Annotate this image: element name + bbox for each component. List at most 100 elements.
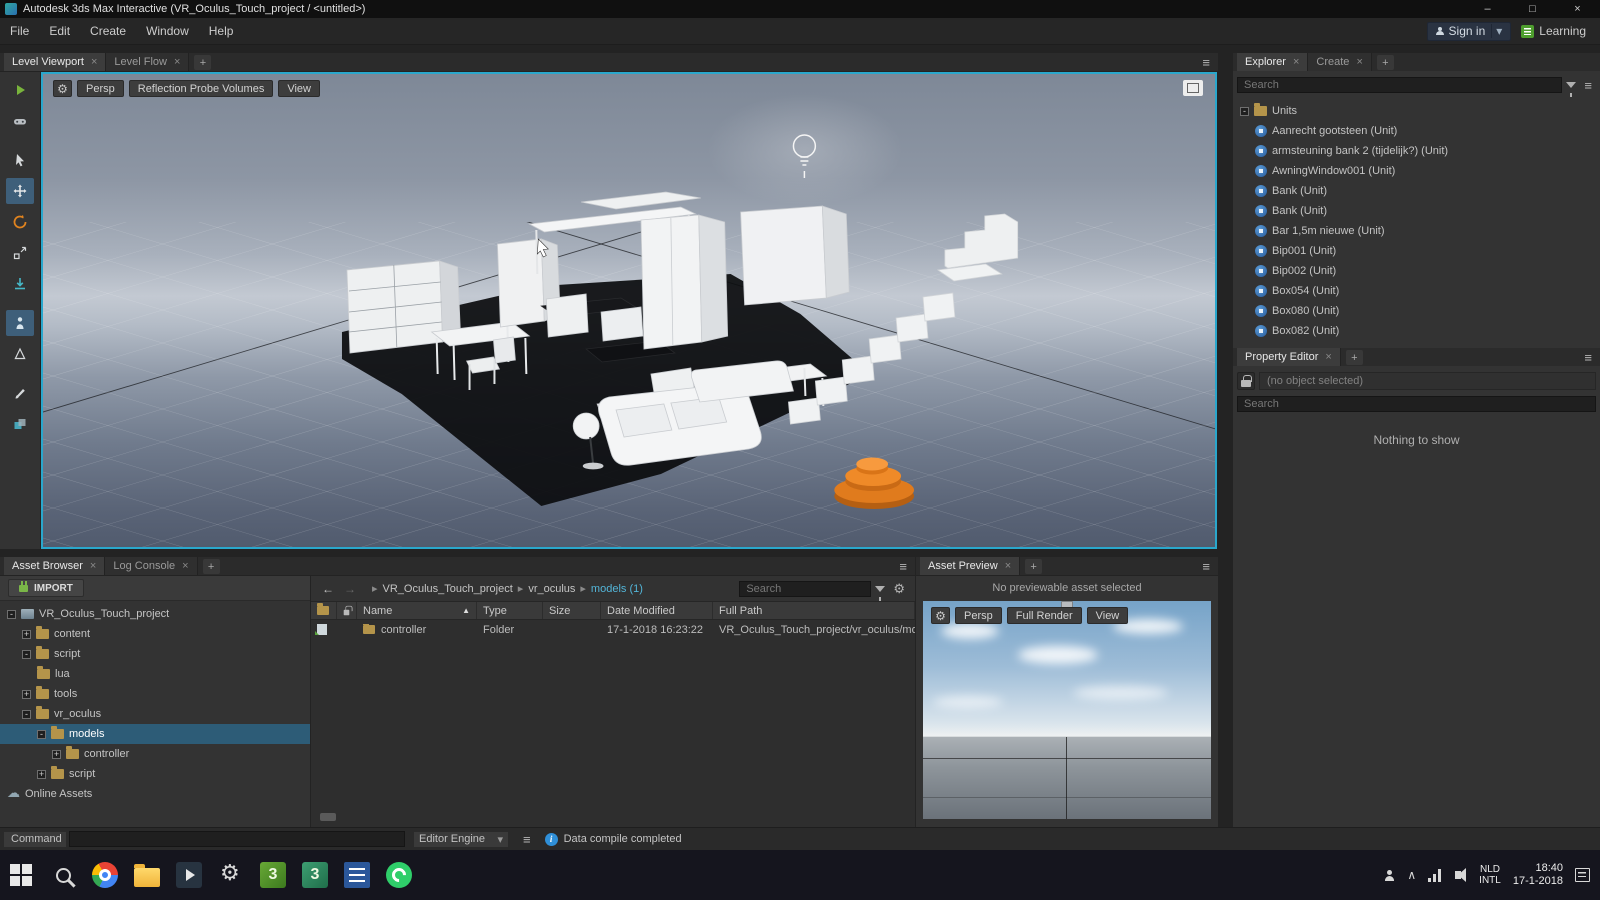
project-tree-item[interactable]: + content <box>0 624 310 644</box>
breadcrumb-segment[interactable]: VR_Oculus_Touch_project <box>383 583 513 595</box>
layers-tool[interactable] <box>6 411 34 437</box>
sign-in-dropdown-icon[interactable]: ▾ <box>1491 24 1506 38</box>
breadcrumb-segment[interactable]: models (1) <box>591 583 643 595</box>
tray-person-icon[interactable] <box>1384 870 1395 881</box>
expander-icon[interactable]: + <box>52 750 61 759</box>
menu-item[interactable]: Window <box>136 18 199 45</box>
expander-icon[interactable]: + <box>22 690 31 699</box>
3dsmax-icon[interactable] <box>252 850 294 900</box>
filter-icon[interactable] <box>1566 82 1576 88</box>
explorer-search-input[interactable] <box>1237 77 1562 93</box>
panel-menu-icon[interactable]: ≡ <box>899 559 907 574</box>
command-label[interactable]: Command <box>3 831 67 848</box>
close-tab-icon[interactable]: × <box>1005 560 1011 572</box>
close-button[interactable]: × <box>1555 0 1600 18</box>
back-button[interactable]: ← <box>317 582 339 596</box>
command-input[interactable] <box>69 831 405 847</box>
viewport-mode-button[interactable]: View <box>278 80 320 97</box>
panel-menu-icon[interactable]: ≡ <box>1202 559 1210 574</box>
snap-to-ground-tool[interactable] <box>6 271 34 297</box>
explorer-tree-item[interactable]: AwningWindow001 (Unit) <box>1233 161 1600 181</box>
column-header[interactable]: Name ▲ <box>357 602 477 619</box>
viewport-tab[interactable]: Level Flow × <box>106 53 189 71</box>
add-tab-button[interactable]: + <box>1025 559 1042 574</box>
test-level-button[interactable] <box>6 108 34 134</box>
expander-icon[interactable]: + <box>22 630 31 639</box>
close-tab-icon[interactable]: × <box>1293 56 1299 68</box>
expander-icon[interactable]: - <box>22 650 31 659</box>
explorer-tree-item[interactable]: Box080 (Unit) <box>1233 301 1600 321</box>
column-header[interactable]: Type <box>477 602 543 619</box>
bottom-tab[interactable]: Log Console × <box>105 557 197 575</box>
action-center-icon[interactable] <box>1575 868 1590 882</box>
clock[interactable]: 18:40 17-1-2018 <box>1513 862 1563 888</box>
expander-icon[interactable]: - <box>7 610 16 619</box>
explorer-tree-item[interactable]: Bank (Unit) <box>1233 181 1600 201</box>
network-icon[interactable] <box>1428 869 1443 882</box>
viewport-mode-button[interactable]: Persp <box>77 80 124 97</box>
excel-icon[interactable] <box>336 850 378 900</box>
rotate-tool[interactable] <box>6 209 34 235</box>
sign-in-button[interactable]: Sign in ▾ <box>1427 22 1512 41</box>
file-search-input[interactable] <box>739 581 871 597</box>
import-button[interactable]: IMPORT <box>8 579 84 597</box>
viewport-settings-icon[interactable]: ⚙ <box>53 80 72 97</box>
select-tool[interactable] <box>6 147 34 173</box>
viewport-mode-button[interactable]: Reflection Probe Volumes <box>129 80 274 97</box>
explorer-tree-item[interactable]: armsteuning bank 2 (tijdelijk?) (Unit) <box>1233 141 1600 161</box>
maximize-button[interactable]: □ <box>1510 0 1555 18</box>
learning-button[interactable]: Learning <box>1521 24 1586 38</box>
taskbar-search-icon[interactable] <box>42 850 84 900</box>
expander-icon[interactable]: - <box>37 730 46 739</box>
scale-tool[interactable] <box>6 240 34 266</box>
breadcrumb-segment[interactable]: vr_oculus <box>528 583 575 595</box>
preview-mode-button[interactable]: Full Render <box>1007 607 1082 624</box>
minimize-button[interactable]: – <box>1465 0 1510 18</box>
close-tab-icon[interactable]: × <box>1325 351 1331 363</box>
bottom-tab[interactable]: Asset Browser × <box>4 557 105 575</box>
column-header[interactable]: Date Modified <box>601 602 713 619</box>
project-tree-item[interactable]: + controller <box>0 744 310 764</box>
close-tab-icon[interactable]: × <box>174 56 180 68</box>
paint-tool[interactable] <box>6 380 34 406</box>
explorer-tree-item[interactable]: Bip001 (Unit) <box>1233 241 1600 261</box>
project-tree-item[interactable]: - models <box>0 724 310 744</box>
language-indicator[interactable]: NLD INTL <box>1479 864 1501 886</box>
forward-button[interactable]: → <box>339 582 361 596</box>
chrome-icon[interactable] <box>84 850 126 900</box>
panel-menu-icon[interactable]: ≡ <box>1202 55 1210 70</box>
column-header[interactable]: Size <box>543 602 601 619</box>
project-tree-item[interactable]: - script <box>0 644 310 664</box>
project-tree-item[interactable]: + tools <box>0 684 310 704</box>
log-list-icon[interactable]: ≡ <box>519 832 535 847</box>
explorer-tab[interactable]: Create × <box>1308 53 1371 71</box>
filter-icon[interactable] <box>875 586 885 592</box>
expander-icon[interactable]: + <box>37 770 46 779</box>
light-gizmo[interactable] <box>793 135 815 178</box>
menu-item[interactable]: Help <box>199 18 244 45</box>
explorer-tree-item[interactable]: Box082 (Unit) <box>1233 321 1600 341</box>
lock-button[interactable] <box>1237 372 1255 390</box>
project-tree-item[interactable]: + script <box>0 764 310 784</box>
orange-object[interactable] <box>834 458 914 510</box>
file-settings-icon[interactable]: ⚙ <box>889 581 909 597</box>
preview-mode-button[interactable]: Persp <box>955 607 1002 624</box>
add-tab-button[interactable]: + <box>1346 350 1363 365</box>
explorer-tree-item[interactable]: Bar 1,5m nieuwe (Unit) <box>1233 221 1600 241</box>
project-tree-item[interactable]: - VR_Oculus_Touch_project <box>0 604 310 624</box>
explorer-tree-item[interactable]: Aanrecht gootsteen (Unit) <box>1233 121 1600 141</box>
media-player-icon[interactable] <box>168 850 210 900</box>
project-tree-item[interactable]: Online Assets <box>0 784 310 804</box>
tray-expand-icon[interactable]: ∧ <box>1407 868 1416 882</box>
capture-thumbnail-button[interactable] <box>1183 80 1203 96</box>
probe-tool[interactable] <box>6 341 34 367</box>
viewport-tab[interactable]: Level Viewport × <box>4 53 106 71</box>
panel-menu-icon[interactable]: ≡ <box>1584 350 1592 365</box>
menu-item[interactable]: Create <box>80 18 136 45</box>
add-tab-button[interactable]: + <box>1377 55 1394 70</box>
file-row[interactable]: controller Folder 17-1-2018 16:23:22 VR_… <box>311 620 915 639</box>
move-tool[interactable] <box>6 178 34 204</box>
add-tab-button[interactable]: + <box>194 55 211 70</box>
settings-icon[interactable] <box>210 850 252 900</box>
property-editor-tab[interactable]: Property Editor × <box>1237 348 1341 366</box>
